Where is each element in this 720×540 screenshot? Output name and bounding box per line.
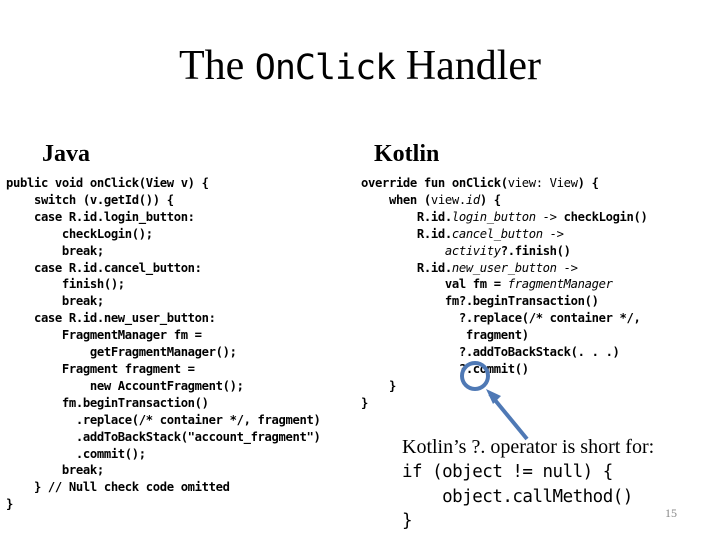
- java-code-line: case R.id.login_button:: [6, 209, 195, 224]
- java-code-line: .replace(/* container */, fragment): [6, 412, 321, 427]
- java-code-line: switch (v.getId()) {: [6, 192, 174, 207]
- java-heading: Java: [42, 141, 90, 167]
- kotlin-code-line: }: [361, 395, 648, 412]
- kotlin-code-line: when (view.id) {: [361, 192, 648, 209]
- kotlin-code-segment: login_button ->: [451, 209, 557, 224]
- note-code-block: if (object != null) { object.callMethod(…: [402, 460, 633, 534]
- kotlin-code-line: }: [361, 378, 648, 395]
- kotlin-code-segment: override fun onClick(: [361, 176, 508, 190]
- kotlin-code-segment: }: [361, 378, 396, 393]
- page-number: 15: [665, 506, 677, 520]
- kotlin-code-line: R.id.new_user_button ->: [361, 260, 648, 277]
- java-code-line: checkLogin();: [6, 226, 153, 241]
- title-prefix: The: [178, 43, 255, 89]
- kotlin-code-line: R.id.login_button -> checkLogin(): [361, 209, 648, 226]
- kotlin-code-line: fm?.beginTransaction(): [361, 293, 648, 310]
- kotlin-code-segment: ) {: [577, 176, 599, 190]
- kotlin-code-segment: id: [465, 192, 480, 207]
- note-code-line: if (object != null) {: [402, 462, 613, 482]
- java-code-line: getFragmentManager();: [6, 345, 237, 360]
- kotlin-code-segment: R.id.: [361, 226, 452, 241]
- kotlin-heading: Kotlin: [374, 141, 440, 167]
- kotlin-code-segment: ?.commit(): [361, 361, 529, 376]
- title-code: OnClick: [254, 48, 397, 88]
- kotlin-code-segment: ?.finish(): [500, 243, 571, 258]
- kotlin-code-segment: [361, 244, 445, 258]
- java-code-line: new AccountFragment();: [6, 378, 244, 393]
- kotlin-code-line: val fm = fragmentManager: [361, 276, 648, 293]
- note-code-line: object.callMethod(): [402, 486, 633, 507]
- java-code-line: case R.id.new_user_button:: [6, 311, 216, 326]
- kotlin-code-line: ?.addToBackStack(. . .): [361, 344, 648, 361]
- slide-title: The OnClick Handler: [0, 40, 720, 94]
- kotlin-code-segment: ) {: [479, 192, 501, 207]
- kotlin-code-segment: view: View: [507, 176, 578, 190]
- java-code-line: .commit();: [6, 446, 146, 461]
- kotlin-code-segment: }: [361, 395, 368, 410]
- kotlin-code-segment: new_user_button ->: [451, 260, 578, 275]
- java-code-block: public void onClick(View v) { switch (v.…: [6, 175, 321, 513]
- java-code-line: Fragment fragment =: [6, 361, 195, 376]
- java-code-line: break;: [6, 243, 104, 258]
- kotlin-code-segment: fm?.beginTransaction(): [361, 294, 599, 309]
- kotlin-code-segment: when (: [361, 192, 431, 207]
- kotlin-code-segment: cancel_button ->: [451, 226, 564, 241]
- kotlin-code-segment: fragment): [361, 328, 529, 343]
- kotlin-code-line: fragment): [361, 327, 648, 344]
- kotlin-code-block: override fun onClick(view: View) { when …: [361, 175, 648, 412]
- java-code-line: } // Null check code omitted: [6, 480, 230, 495]
- kotlin-code-segment: activity: [444, 243, 501, 258]
- kotlin-code-segment: val fm =: [361, 277, 508, 292]
- java-code-line: break;: [6, 463, 104, 478]
- java-code-line: finish();: [6, 277, 125, 292]
- kotlin-code-segment: fragmentManager: [507, 277, 613, 292]
- java-code-line: break;: [6, 294, 104, 309]
- java-code-line: }: [6, 497, 13, 512]
- note-text: Kotlin’s ?. operator is short for:: [402, 436, 655, 458]
- java-code-line: fm.beginTransaction(): [6, 395, 209, 410]
- kotlin-code-line: activity?.finish(): [361, 243, 648, 260]
- kotlin-code-line: ?.commit(): [361, 361, 648, 378]
- java-code-line: case R.id.cancel_button:: [6, 260, 202, 275]
- java-code-line: public void onClick(View v) {: [6, 176, 209, 190]
- title-suffix: Handler: [395, 43, 542, 89]
- java-code-line: .addToBackStack("account_fragment"): [6, 429, 321, 444]
- note-code-line: }: [402, 511, 413, 531]
- java-code-line: FragmentManager fm =: [6, 328, 202, 343]
- kotlin-code-segment: checkLogin(): [556, 209, 648, 224]
- kotlin-code-line: override fun onClick(view: View) {: [361, 175, 648, 192]
- kotlin-code-segment: R.id.: [361, 260, 452, 275]
- kotlin-code-segment: view.: [430, 192, 466, 207]
- kotlin-code-segment: ?.replace(/* container */,: [361, 311, 641, 326]
- kotlin-code-segment: R.id.: [361, 209, 452, 224]
- kotlin-code-line: ?.replace(/* container */,: [361, 310, 648, 327]
- kotlin-code-segment: ?.addToBackStack(. . .): [361, 345, 620, 360]
- kotlin-code-line: R.id.cancel_button ->: [361, 226, 648, 243]
